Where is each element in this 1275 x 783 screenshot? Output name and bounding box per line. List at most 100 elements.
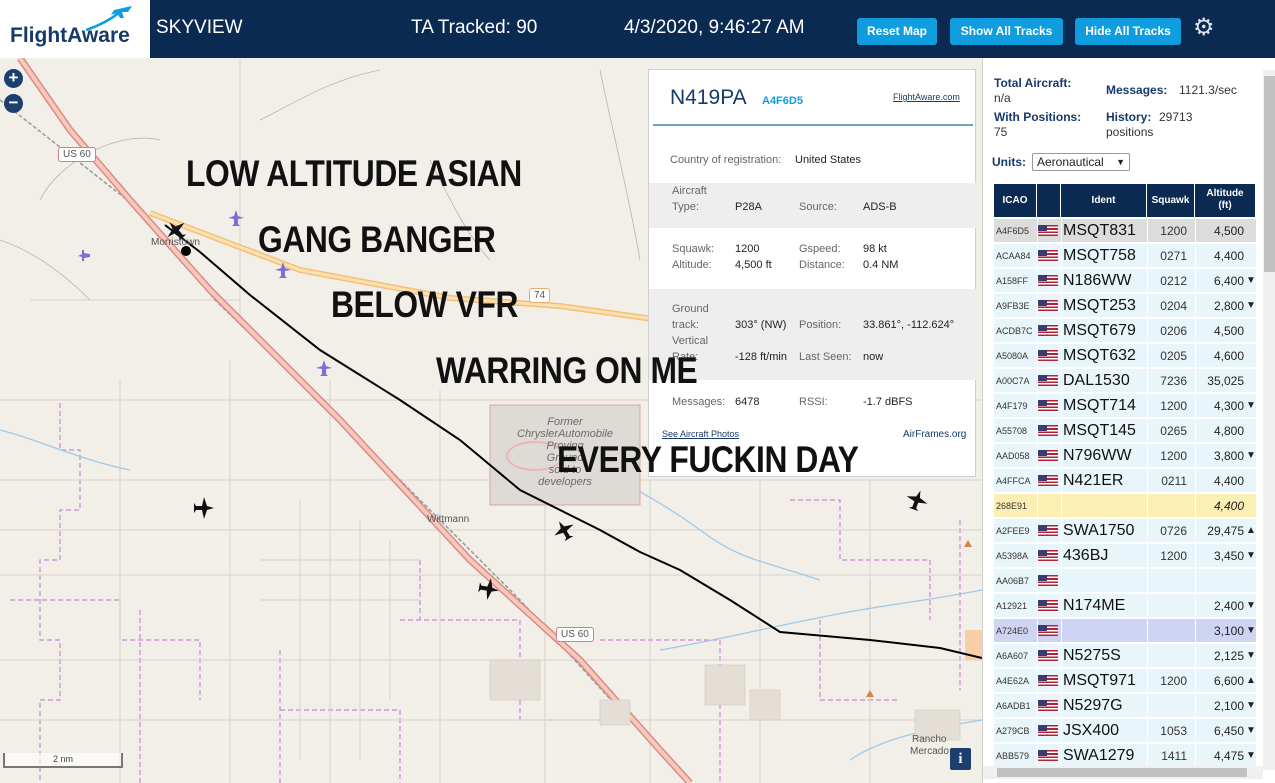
table-row[interactable]: A4FFCA N421ER 0211 4,400 xyxy=(994,469,1256,493)
clock: 4/3/2020, 9:46:27 AM xyxy=(624,17,805,38)
altitude-header-unit: (ft) xyxy=(1218,200,1232,211)
column-separator xyxy=(1147,494,1148,518)
table-row[interactable]: A55708 MSQT145 0265 4,800 xyxy=(994,419,1256,443)
column-separator xyxy=(1147,244,1148,268)
gear-icon[interactable]: ⚙ xyxy=(1193,15,1215,41)
cell-icao: ACDB7C xyxy=(996,326,1033,336)
column-separator xyxy=(1147,219,1148,243)
flag-canton xyxy=(1038,300,1047,306)
col-altitude[interactable]: Altitude (ft) xyxy=(1195,184,1256,217)
table-row[interactable]: A12921 N174ME 2,400 ▼ xyxy=(994,594,1256,618)
table-row[interactable]: A4F6D5 MSQT831 1200 4,500 xyxy=(994,219,1256,243)
us-flag-icon xyxy=(1038,350,1058,361)
detail-row-track: Ground track: 303° (NW) Position: 33.861… xyxy=(649,289,977,380)
column-separator xyxy=(1061,719,1062,743)
column-separator xyxy=(1147,744,1148,768)
column-separator xyxy=(1195,744,1196,768)
logo-text: FlightAware xyxy=(10,24,130,47)
source-label: Source: xyxy=(799,201,837,213)
column-separator xyxy=(1061,294,1062,318)
column-separator xyxy=(1061,494,1062,518)
cell-squawk: 1200 xyxy=(1160,224,1187,238)
country-label: Country of registration: xyxy=(670,154,782,166)
table-row[interactable]: A00C7A DAL1530 7236 35,025 xyxy=(994,369,1256,393)
column-separator xyxy=(1037,219,1038,243)
us-flag-icon xyxy=(1038,725,1058,736)
altitude-value: 4,500 ft xyxy=(735,259,772,271)
table-row[interactable]: A4F179 MSQT714 1200 4,300 ▼ xyxy=(994,394,1256,418)
info-icon[interactable]: i xyxy=(950,748,971,770)
flag-canton xyxy=(1038,225,1047,231)
aircraft-photos-link[interactable]: See Aircraft Photos xyxy=(662,429,739,439)
table-row[interactable]: A158FF N186WW 0212 6,400 ▼ xyxy=(994,269,1256,293)
column-separator xyxy=(1147,519,1148,543)
cell-icao: A00C7A xyxy=(996,376,1030,386)
cell-squawk xyxy=(1149,644,1187,668)
table-row[interactable]: A2FEE9 SWA1750 0726 29,475 ▲ xyxy=(994,519,1256,543)
detail-row-squawk: Squawk: 1200 Gspeed: 98 kt Altitude: 4,5… xyxy=(649,243,977,277)
table-row[interactable]: A4E62A MSQT971 1200 6,600 ▲ xyxy=(994,669,1256,693)
table-row[interactable]: AAD058 N796WW 1200 3,800 ▼ xyxy=(994,444,1256,468)
column-separator xyxy=(1061,244,1062,268)
cell-squawk: 1200 xyxy=(1160,449,1187,463)
reset-map-button[interactable]: Reset Map xyxy=(857,18,937,45)
units-select[interactable]: Aeronautical ▼ xyxy=(1032,153,1130,171)
table-row[interactable]: ACAA84 MSQT758 0271 4,400 xyxy=(994,244,1256,268)
table-row[interactable]: 268E91 4,400 xyxy=(994,494,1256,518)
vert-rate-value: -128 ft/min xyxy=(735,351,787,363)
table-row[interactable]: A9FB3E MSQT253 0204 2,800 ▼ xyxy=(994,294,1256,318)
cell-altitude: 35,025 xyxy=(1207,374,1244,388)
cell-ident: N796WW xyxy=(1063,447,1132,464)
column-separator xyxy=(1147,469,1148,493)
us-flag-icon xyxy=(1038,600,1058,611)
flightaware-link[interactable]: FlightAware.com xyxy=(893,92,960,102)
aircraft-list-panel: Total Aircraft: n/a Messages: 1121.3/sec… xyxy=(982,58,1275,783)
col-ident[interactable]: Ident xyxy=(1061,184,1147,217)
messages-label: Messages: xyxy=(672,396,726,408)
cell-squawk: 0212 xyxy=(1160,274,1187,288)
column-separator xyxy=(1195,519,1196,543)
cell-icao: A5398A xyxy=(996,551,1029,561)
us-flag-icon xyxy=(1038,275,1058,286)
cell-ident: MSQT831 xyxy=(1063,222,1136,239)
detail-divider xyxy=(653,124,973,126)
column-separator xyxy=(1037,744,1038,768)
col-flag[interactable] xyxy=(1037,184,1061,217)
column-separator xyxy=(1037,669,1038,693)
cell-ident: MSQT679 xyxy=(1063,322,1136,339)
table-row[interactable]: A5398A 436BJ 1200 3,450 ▼ xyxy=(994,544,1256,568)
flag-canton xyxy=(1038,275,1047,281)
column-separator xyxy=(1147,594,1148,618)
table-row[interactable]: A6A607 N5275S 2,125 ▼ xyxy=(994,644,1256,668)
column-separator xyxy=(1195,644,1196,668)
squawk-value: 1200 xyxy=(735,243,760,255)
table-row[interactable]: ABB579 SWA1279 1411 4,475 ▼ xyxy=(994,744,1256,768)
cell-trend: ▲ xyxy=(1246,525,1256,536)
airframes-link[interactable]: AirFrames.org xyxy=(903,429,966,440)
cell-squawk: 0265 xyxy=(1160,424,1187,438)
hide-all-tracks-button[interactable]: Hide All Tracks xyxy=(1075,18,1181,45)
show-all-tracks-button[interactable]: Show All Tracks xyxy=(950,18,1063,45)
cell-ident: N174ME xyxy=(1063,597,1126,614)
vertical-scrollbar-thumb[interactable] xyxy=(1264,76,1275,272)
us-flag-icon xyxy=(1038,250,1058,261)
zoom-in-button[interactable]: + xyxy=(4,69,23,88)
with-positions-label: With Positions: xyxy=(994,110,1082,124)
flightaware-logo[interactable]: FlightAware xyxy=(0,0,150,58)
table-row[interactable]: A279CB JSX400 1053 6,450 ▼ xyxy=(994,719,1256,743)
cell-trend: ▼ xyxy=(1246,400,1256,411)
table-row[interactable]: AA06B7 xyxy=(994,569,1256,593)
column-separator xyxy=(1037,519,1038,543)
flag-canton xyxy=(1038,650,1047,656)
table-row[interactable]: A6ADB1 N5297G 2,100 ▼ xyxy=(994,694,1256,718)
table-row[interactable]: A5080A MSQT632 0205 4,600 xyxy=(994,344,1256,368)
column-separator xyxy=(1037,469,1038,493)
table-row[interactable]: A724E0 3,100 ▼ xyxy=(994,619,1256,643)
zoom-out-button[interactable]: − xyxy=(4,94,23,113)
cell-ident: N5275S xyxy=(1063,647,1121,664)
col-icao[interactable]: ICAO xyxy=(994,184,1037,217)
horizontal-scrollbar-thumb[interactable] xyxy=(997,768,1247,777)
col-squawk[interactable]: Squawk xyxy=(1147,184,1195,217)
track-label: track: xyxy=(672,319,699,331)
table-row[interactable]: ACDB7C MSQT679 0206 4,500 xyxy=(994,319,1256,343)
